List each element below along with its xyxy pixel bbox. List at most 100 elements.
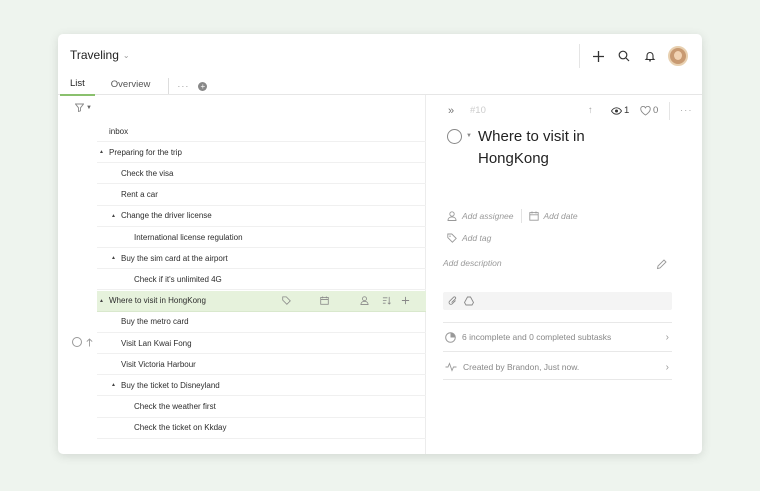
likes-count: 0 xyxy=(653,105,659,116)
task-label: Visit Lan Kwai Fong xyxy=(121,338,192,348)
arrow-up-icon[interactable] xyxy=(86,337,93,347)
task-label: Buy the sim card at the airport xyxy=(121,253,228,263)
chevron-down-icon: ⌄ xyxy=(122,50,130,60)
task-list-panel: ▼ inbox ▲ Preparing for the trip Check the … xyxy=(58,95,426,454)
meta-divider xyxy=(520,209,522,223)
task-row[interactable]: Visit Victoria Harbour xyxy=(97,354,426,376)
add-task-icon[interactable] xyxy=(590,48,606,64)
add-assignee-button[interactable]: Add assignee xyxy=(462,211,514,221)
task-label: Buy the ticket to Disneyland xyxy=(121,380,220,390)
header: Traveling ⌄ List Overview ··· + xyxy=(58,34,702,96)
task-row[interactable]: ▲ Buy the ticket to Disneyland xyxy=(97,375,426,397)
task-row[interactable]: ▲ Change the driver license xyxy=(97,206,426,227)
task-number: #10 xyxy=(470,105,486,116)
assignee-date-row: Add assignee Add date xyxy=(447,209,578,223)
chevron-right-icon: › xyxy=(665,361,669,373)
task-label: inbox xyxy=(109,126,129,136)
collapse-triangle-icon[interactable]: ▲ xyxy=(111,382,121,388)
task-label: Rent a car xyxy=(121,190,158,200)
app-window: Traveling ⌄ List Overview ··· + ▼ inbox … xyxy=(58,34,702,454)
task-row[interactable]: Check the ticket on Kkday xyxy=(97,418,426,439)
tab-divider xyxy=(168,78,170,94)
sort-icon[interactable] xyxy=(382,296,391,307)
created-by-text: Created by Brandon, Just now. xyxy=(463,362,580,372)
task-label: Buy the metro card xyxy=(121,317,189,327)
add-view-icon[interactable]: + xyxy=(198,81,208,91)
eye-icon xyxy=(611,106,622,115)
views-counter: 1 xyxy=(611,105,629,116)
add-tag-button[interactable]: Add tag xyxy=(462,233,491,243)
like-button[interactable]: 0 xyxy=(640,105,658,116)
add-date-button[interactable]: Add date xyxy=(544,211,578,221)
task-title[interactable]: Where to visit in HongKong xyxy=(478,126,658,170)
bell-icon[interactable] xyxy=(642,48,658,64)
heart-icon xyxy=(640,105,651,116)
task-row[interactable]: Buy the metro card xyxy=(97,312,426,333)
collapse-triangle-icon[interactable]: ▲ xyxy=(99,298,109,304)
activity-row[interactable]: Created by Brandon, Just now. › xyxy=(445,360,671,374)
tag-row: Add tag xyxy=(447,233,491,243)
person-icon xyxy=(447,211,457,221)
task-label: International license regulation xyxy=(134,232,243,242)
task-label: Check the visa xyxy=(121,168,174,178)
project-selector[interactable]: Traveling ⌄ xyxy=(70,48,130,62)
task-row[interactable]: Check if it's unlimited 4G xyxy=(97,269,426,291)
divider xyxy=(443,351,672,352)
subtasks-row[interactable]: 6 incomplete and 0 completed subtasks › xyxy=(445,330,671,344)
collapse-panel-icon[interactable]: » xyxy=(448,105,454,117)
task-row[interactable]: inbox xyxy=(97,121,426,142)
pencil-icon[interactable] xyxy=(656,257,667,275)
task-row[interactable]: Visit Lan Kwai Fong xyxy=(97,333,426,354)
avatar[interactable] xyxy=(668,46,688,66)
search-icon[interactable] xyxy=(616,48,632,64)
collapse-triangle-icon[interactable]: ▲ xyxy=(111,255,121,261)
task-detail-panel: » #10 ↑ 1 0 ··· ▼ Where to visit in Hong… xyxy=(442,95,702,454)
toolbar-divider xyxy=(579,44,580,68)
task-label: Check if it's unlimited 4G xyxy=(134,274,222,284)
project-title: Traveling xyxy=(70,48,119,62)
tag-icon xyxy=(447,233,457,243)
selected-row-controls xyxy=(72,337,93,347)
paperclip-icon[interactable] xyxy=(448,296,458,306)
task-row[interactable]: International license regulation xyxy=(97,227,426,248)
add-subtask-icon[interactable] xyxy=(401,296,410,307)
task-label: Preparing for the trip xyxy=(109,147,182,157)
collapse-triangle-icon[interactable]: ▲ xyxy=(111,213,121,219)
topbar-divider xyxy=(669,102,670,120)
calendar-icon[interactable] xyxy=(320,296,329,307)
arrow-up-icon[interactable]: ↑ xyxy=(588,105,593,116)
chevron-down-icon[interactable]: ▼ xyxy=(466,133,472,139)
tab-list[interactable]: List xyxy=(60,76,95,96)
task-row[interactable]: ▲ Where to visit in HongKong xyxy=(97,290,426,312)
detail-topbar: » #10 ↑ 1 0 ··· xyxy=(446,102,692,120)
task-row[interactable]: ▲ Buy the sim card at the airport xyxy=(97,248,426,270)
task-label: Where to visit in HongKong xyxy=(109,296,206,306)
calendar-icon xyxy=(528,211,539,221)
complete-task-checkbox[interactable] xyxy=(447,129,462,144)
tab-overview[interactable]: Overview xyxy=(101,77,161,95)
divider xyxy=(443,322,672,323)
filter-icon xyxy=(75,103,84,112)
complete-checkbox[interactable] xyxy=(72,337,82,347)
task-label: Check the ticket on Kkday xyxy=(134,423,227,433)
task-row[interactable]: ▲ Preparing for the trip xyxy=(97,142,426,164)
divider xyxy=(443,379,672,380)
view-tabs: List Overview ··· + xyxy=(60,76,208,96)
add-description[interactable]: Add description xyxy=(443,258,502,268)
tag-icon[interactable] xyxy=(282,296,291,307)
more-tabs-button[interactable]: ··· xyxy=(177,81,189,91)
google-drive-icon[interactable] xyxy=(464,296,474,306)
subtasks-progress-icon xyxy=(445,331,456,343)
more-options-icon[interactable]: ··· xyxy=(680,105,693,116)
filter-caret-icon: ▼ xyxy=(86,104,92,111)
views-count: 1 xyxy=(624,105,630,116)
person-icon[interactable] xyxy=(360,295,369,307)
chevron-right-icon: › xyxy=(665,331,669,343)
collapse-triangle-icon[interactable]: ▲ xyxy=(99,149,109,155)
task-row[interactable]: Rent a car xyxy=(97,185,426,206)
task-row[interactable]: Check the weather first xyxy=(97,397,426,418)
task-row[interactable]: Check the visa xyxy=(97,163,426,185)
filter-button[interactable]: ▼ xyxy=(75,103,92,112)
subtasks-summary: 6 incomplete and 0 completed subtasks xyxy=(462,332,612,342)
toolbar xyxy=(579,44,688,68)
